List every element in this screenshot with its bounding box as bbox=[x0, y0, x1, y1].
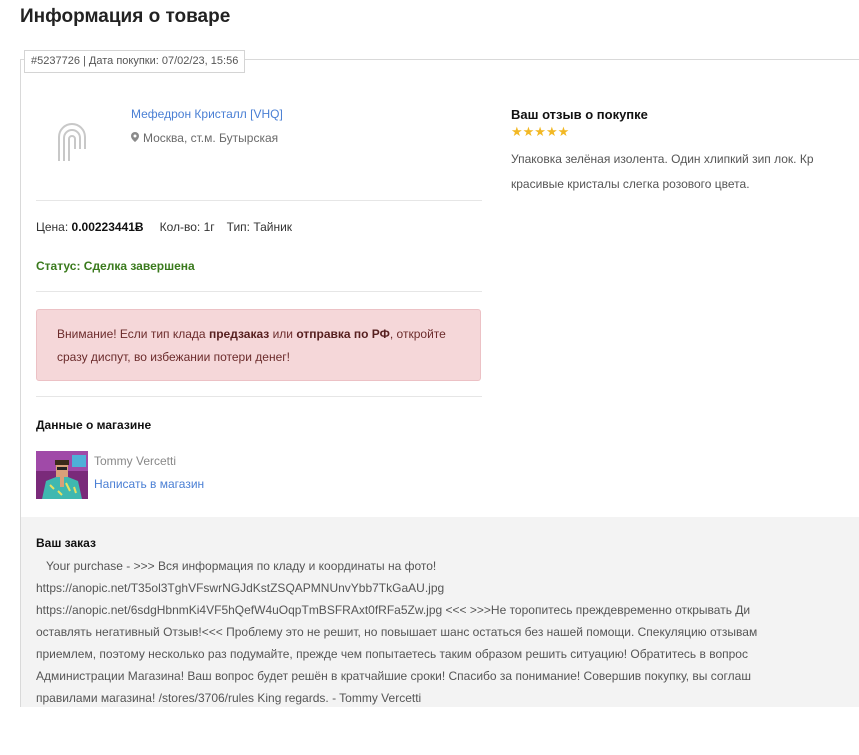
warning-alert: Внимание! Если тип клада предзаказ или о… bbox=[36, 309, 481, 381]
price-value: 0.00223441Ƀ bbox=[71, 220, 144, 234]
review-line-2: красивые кристалы слегка розового цвета. bbox=[511, 177, 750, 191]
alert-bold-preorder: предзаказ bbox=[208, 327, 270, 341]
shop-heading: Данные о магазине bbox=[36, 418, 152, 432]
avatar[interactable] bbox=[36, 451, 88, 499]
status-text: Статус: Сделка завершена bbox=[36, 259, 195, 273]
divider bbox=[36, 291, 482, 292]
price-row: Цена: 0.00223441Ƀ Кол-во: 1г Тип: Тайник bbox=[36, 220, 292, 234]
product-location: Москва, ст.м. Бутырская bbox=[131, 131, 278, 145]
map-pin-icon bbox=[131, 132, 139, 145]
rating-stars: ★★★★★ bbox=[511, 124, 570, 139]
location-text: Москва, ст.м. Бутырская bbox=[143, 131, 279, 145]
alert-text: или bbox=[269, 327, 297, 341]
order-meta-tab: #5237726 | Дата покупки: 07/02/23, 15:56 bbox=[24, 50, 246, 73]
review-text: Упаковка зелёная изолента. Один хлипкий … bbox=[511, 147, 859, 197]
alert-text: Внимание! Если тип клада bbox=[57, 327, 209, 341]
divider bbox=[36, 396, 482, 397]
review-title: Ваш отзыв о покупке bbox=[511, 107, 648, 122]
page-title: Информация о товаре bbox=[20, 6, 231, 27]
order-section: Ваш заказ Your purchase - >>> Вся информ… bbox=[21, 517, 859, 707]
divider bbox=[36, 200, 482, 201]
shop-logo-icon bbox=[51, 119, 93, 163]
review-line-1: Упаковка зелёная изолента. Один хлипкий … bbox=[511, 152, 814, 166]
message-shop-link[interactable]: Написать в магазин bbox=[94, 477, 204, 491]
alert-bold-shipping: отправка по РФ bbox=[296, 327, 390, 341]
quantity: Кол-во: 1г bbox=[159, 220, 215, 234]
product-name-link[interactable]: Мефедрон Кристалл [VHQ] bbox=[131, 107, 283, 121]
shop-name: Tommy Vercetti bbox=[94, 454, 177, 468]
delivery-type: Тип: Тайник bbox=[226, 220, 293, 234]
price-label: Цена: bbox=[36, 220, 69, 234]
order-text: Your purchase - >>> Вся информация по кл… bbox=[36, 559, 758, 705]
order-title: Ваш заказ bbox=[36, 536, 96, 550]
